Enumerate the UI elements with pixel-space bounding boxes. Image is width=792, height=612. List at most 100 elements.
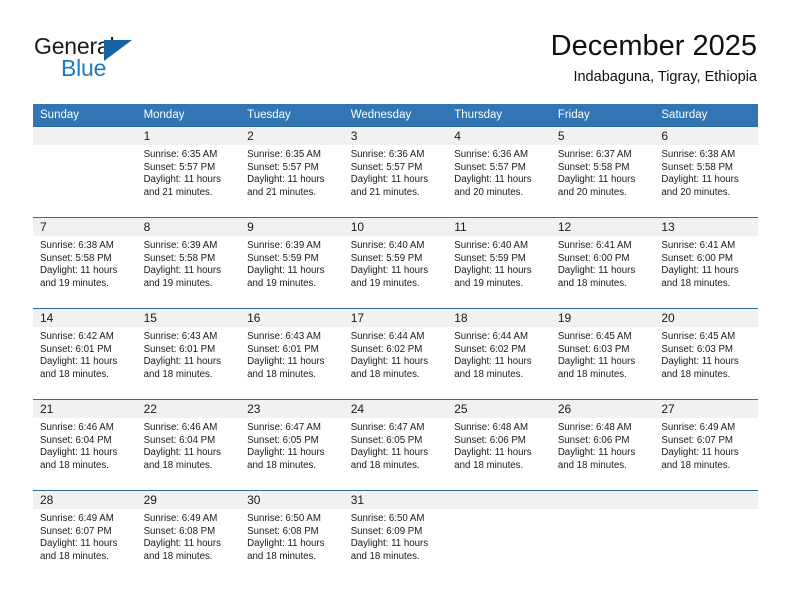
sunrise-text: Sunrise: 6:50 AM (350, 513, 425, 524)
sunrise-text: Sunrise: 6:40 AM (350, 240, 425, 251)
day-number[interactable]: 17 (343, 309, 448, 327)
sunset-text: Sunset: 5:58 PM (40, 252, 112, 264)
day-number[interactable]: 1 (136, 127, 241, 145)
day-number[interactable]: 5 (550, 127, 655, 145)
day-number[interactable]: 21 (33, 400, 137, 418)
daylight-text-line1: Daylight: 11 hours (247, 356, 325, 368)
day-cell: 18 Sunrise: 6:44 AM Sunset: 6:02 PM Dayligh… (447, 308, 551, 400)
sunrise-text: Sunrise: 6:48 AM (557, 422, 632, 433)
day-details (447, 509, 551, 513)
day-number[interactable]: 3 (343, 127, 448, 145)
day-number[interactable]: 13 (654, 218, 758, 236)
day-cell: 7 Sunrise: 6:38 AM Sunset: 5:58 PM Daylight… (33, 217, 137, 309)
day-cell: 11 Sunrise: 6:40 AM Sunset: 5:59 PM Dayligh… (447, 217, 551, 309)
day-details: Sunrise: 6:45 AM Sunset: 6:03 PM Daylight:… (551, 327, 655, 381)
day-number[interactable]: 31 (343, 491, 448, 509)
daylight-text-line2: and 21 minutes. (247, 186, 317, 198)
sunrise-text: Sunrise: 6:46 AM (40, 422, 114, 433)
sunset-text: Sunset: 5:57 PM (454, 161, 526, 173)
sunrise-text: Sunrise: 6:44 AM (454, 331, 529, 342)
day-details: Sunrise: 6:43 AM Sunset: 6:01 PM Daylight:… (240, 327, 344, 381)
day-number[interactable]: 23 (240, 400, 344, 418)
sunset-text: Sunset: 6:00 PM (661, 252, 733, 264)
logo-text-blue: Blue (61, 55, 107, 81)
sunrise-text: Sunrise: 6:36 AM (454, 149, 529, 160)
daylight-text-line2: and 18 minutes. (454, 459, 524, 471)
sunset-text: Sunset: 6:04 PM (40, 434, 112, 446)
day-number[interactable]: 30 (240, 491, 344, 509)
day-number[interactable] (33, 127, 137, 145)
day-number[interactable]: 28 (33, 491, 137, 509)
daylight-text-line2: and 18 minutes. (454, 368, 524, 380)
general-blue-logo[interactable]: General Blue (34, 33, 224, 87)
logo-triangle-icon (104, 40, 132, 61)
daylight-text-line2: and 18 minutes. (40, 550, 109, 562)
daylight-text-line2: and 18 minutes. (143, 550, 213, 562)
calendar-grid: Sunday Monday Tuesday Wednesday Thursday… (33, 104, 758, 581)
day-number[interactable]: 2 (240, 127, 344, 145)
day-details: Sunrise: 6:40 AM Sunset: 5:59 PM Daylight:… (344, 236, 448, 290)
daylight-text-line2: and 18 minutes. (247, 550, 317, 562)
daylight-text-line2: and 18 minutes. (350, 459, 420, 471)
day-of-week-header-row: Sunday Monday Tuesday Wednesday Thursday… (33, 104, 758, 127)
daylight-text-line2: and 19 minutes. (247, 277, 317, 289)
sunset-text: Sunset: 6:08 PM (247, 525, 319, 537)
week-row: 14 Sunrise: 6:42 AM Sunset: 6:01 PM Dayligh… (33, 308, 758, 400)
day-number[interactable]: 29 (136, 491, 241, 509)
day-number[interactable]: 12 (550, 218, 655, 236)
day-header-wednesday: Wednesday (343, 104, 448, 127)
week-row: 1 Sunrise: 6:35 AM Sunset: 5:57 PM Daylight… (33, 126, 758, 218)
day-details: Sunrise: 6:40 AM Sunset: 5:59 PM Daylight:… (447, 236, 551, 290)
day-number[interactable]: 8 (136, 218, 241, 236)
day-number[interactable]: 15 (136, 309, 241, 327)
day-number[interactable]: 26 (550, 400, 655, 418)
day-details: Sunrise: 6:45 AM Sunset: 6:03 PM Daylight:… (654, 327, 758, 381)
day-number[interactable]: 16 (240, 309, 344, 327)
daylight-text-line2: and 18 minutes. (247, 368, 317, 380)
day-number[interactable]: 18 (447, 309, 551, 327)
day-number[interactable]: 14 (33, 309, 137, 327)
day-number[interactable]: 4 (447, 127, 551, 145)
sunset-text: Sunset: 6:06 PM (454, 434, 526, 446)
daylight-text-line1: Daylight: 11 hours (247, 538, 325, 550)
sunrise-text: Sunrise: 6:45 AM (557, 331, 632, 342)
day-number[interactable]: 11 (447, 218, 551, 236)
daylight-text-line1: Daylight: 11 hours (40, 356, 118, 368)
daylight-text-line2: and 20 minutes. (661, 186, 731, 198)
sunset-text: Sunset: 6:05 PM (247, 434, 319, 446)
sunset-text: Sunset: 6:02 PM (350, 343, 423, 355)
day-header-thursday: Thursday (447, 104, 551, 127)
day-cell: 20 Sunrise: 6:45 AM Sunset: 6:03 PM Dayligh… (654, 308, 758, 400)
sunset-text: Sunset: 5:59 PM (454, 252, 526, 264)
day-number[interactable]: 24 (343, 400, 448, 418)
day-number[interactable]: 10 (343, 218, 448, 236)
day-number[interactable]: 22 (136, 400, 241, 418)
day-details: Sunrise: 6:44 AM Sunset: 6:02 PM Daylight:… (344, 327, 448, 381)
day-number[interactable]: 20 (654, 309, 758, 327)
sunrise-text: Sunrise: 6:35 AM (247, 149, 321, 160)
day-cell: 27 Sunrise: 6:49 AM Sunset: 6:07 PM Dayligh… (654, 399, 758, 491)
day-number[interactable] (550, 491, 655, 509)
daylight-text-line2: and 18 minutes. (143, 459, 213, 471)
sunrise-text: Sunrise: 6:42 AM (40, 331, 114, 342)
day-number[interactable]: 7 (33, 218, 137, 236)
sunset-text: Sunset: 5:58 PM (557, 161, 630, 173)
day-number[interactable]: 25 (447, 400, 551, 418)
sunset-text: Sunset: 5:59 PM (247, 252, 319, 264)
day-number[interactable]: 9 (240, 218, 344, 236)
day-cell: 13 Sunrise: 6:41 AM Sunset: 6:00 PM Dayligh… (654, 217, 758, 309)
day-number[interactable]: 27 (654, 400, 758, 418)
sunset-text: Sunset: 6:05 PM (350, 434, 423, 446)
day-number[interactable]: 6 (654, 127, 758, 145)
daylight-text-line2: and 18 minutes. (661, 277, 731, 289)
day-details: Sunrise: 6:49 AM Sunset: 6:07 PM Daylight:… (654, 418, 758, 472)
day-number[interactable]: 19 (550, 309, 655, 327)
day-number[interactable] (654, 491, 758, 509)
sunset-text: Sunset: 5:58 PM (143, 252, 216, 264)
sunset-text: Sunset: 6:02 PM (454, 343, 526, 355)
day-cell: 9 Sunrise: 6:39 AM Sunset: 5:59 PM Daylight… (240, 217, 344, 309)
sunset-text: Sunset: 6:09 PM (350, 525, 423, 537)
sunrise-text: Sunrise: 6:46 AM (143, 422, 218, 433)
day-cell (447, 490, 551, 581)
day-number[interactable] (447, 491, 551, 509)
